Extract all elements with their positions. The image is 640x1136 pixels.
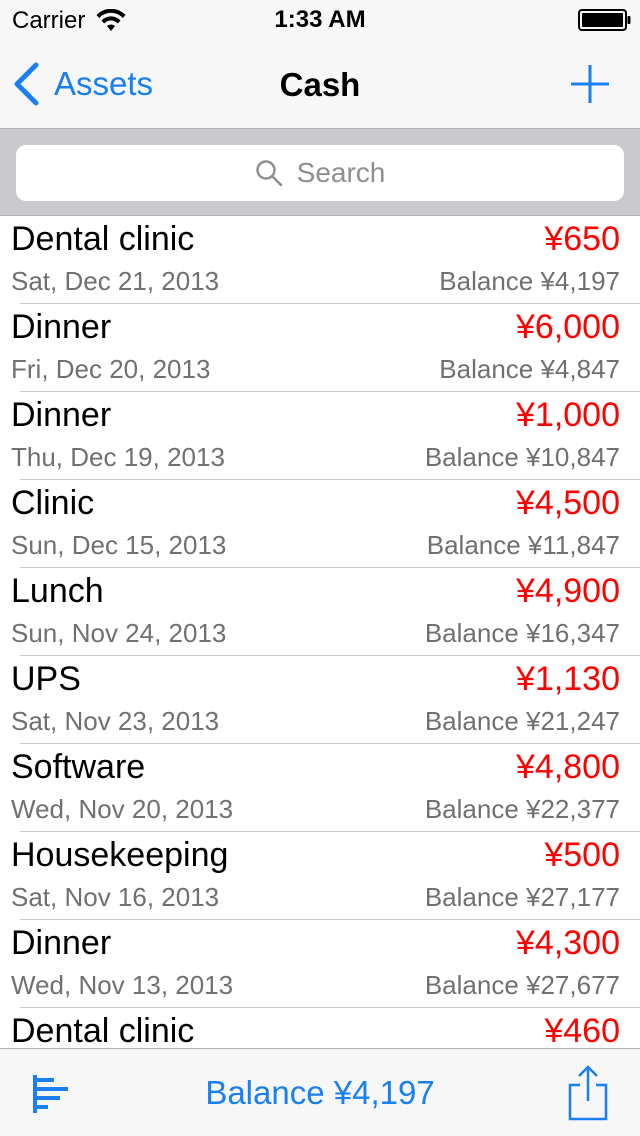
list-item[interactable]: Dental clinic ¥460 bbox=[0, 1008, 640, 1048]
item-amount: ¥500 bbox=[544, 836, 620, 874]
item-amount: ¥4,800 bbox=[516, 748, 620, 786]
battery-icon bbox=[578, 9, 631, 31]
page-title: Cash bbox=[279, 66, 361, 103]
item-balance: Balance ¥16,347 bbox=[424, 618, 620, 648]
item-title: Dinner bbox=[11, 924, 112, 962]
item-balance: Balance ¥10,847 bbox=[424, 442, 620, 472]
item-amount: ¥4,500 bbox=[516, 484, 620, 522]
item-title: Housekeeping bbox=[11, 836, 229, 874]
plus-icon bbox=[571, 65, 609, 103]
item-date: Thu, Dec 19, 2013 bbox=[11, 442, 225, 472]
status-time: 1:33 AM bbox=[274, 6, 366, 33]
item-amount: ¥650 bbox=[544, 220, 620, 258]
item-amount: ¥4,900 bbox=[516, 572, 620, 610]
item-date: Wed, Nov 13, 2013 bbox=[11, 970, 234, 1000]
item-amount: ¥6,000 bbox=[516, 308, 620, 346]
item-balance: Balance ¥21,247 bbox=[424, 706, 620, 736]
balance-button[interactable]: Balance ¥4,197 bbox=[0, 1074, 640, 1112]
list-item[interactable]: Lunch ¥4,900 Sun, Nov 24, 2013 Balance ¥… bbox=[0, 568, 640, 656]
item-balance: Balance ¥27,177 bbox=[424, 882, 620, 912]
item-title: Lunch bbox=[11, 572, 104, 610]
item-date: Sun, Nov 24, 2013 bbox=[11, 618, 227, 648]
status-bar: Carrier 1:33 AM bbox=[0, 0, 640, 40]
item-balance: Balance ¥4,847 bbox=[439, 354, 620, 384]
item-balance: Balance ¥27,677 bbox=[424, 970, 620, 1000]
item-date: Fri, Dec 20, 2013 bbox=[11, 354, 211, 384]
item-title: Dinner bbox=[11, 308, 112, 346]
search-icon bbox=[255, 160, 282, 187]
list-item[interactable]: Dinner ¥6,000 Fri, Dec 20, 2013 Balance … bbox=[0, 304, 640, 392]
item-balance: Balance ¥11,847 bbox=[426, 530, 620, 560]
item-title: Software bbox=[11, 748, 146, 786]
list-item[interactable]: Clinic ¥4,500 Sun, Dec 15, 2013 Balance … bbox=[0, 480, 640, 568]
item-title: Dental clinic bbox=[11, 220, 195, 258]
item-date: Sat, Nov 23, 2013 bbox=[11, 706, 220, 736]
item-title: Dinner bbox=[11, 396, 112, 434]
item-date: Wed, Nov 20, 2013 bbox=[11, 794, 234, 824]
list-item[interactable]: Housekeeping ¥500 Sat, Nov 16, 2013 Bala… bbox=[0, 832, 640, 920]
list-item[interactable]: Dinner ¥4,300 Wed, Nov 13, 2013 Balance … bbox=[0, 920, 640, 1008]
item-balance: Balance ¥22,377 bbox=[424, 794, 620, 824]
list-item[interactable]: UPS ¥1,130 Sat, Nov 23, 2013 Balance ¥21… bbox=[0, 656, 640, 744]
item-title: UPS bbox=[11, 660, 81, 698]
item-amount: ¥460 bbox=[544, 1012, 620, 1048]
navigation-bar: Assets Cash bbox=[0, 40, 640, 128]
search-input[interactable]: Search bbox=[16, 145, 624, 201]
list-item[interactable]: Software ¥4,800 Wed, Nov 20, 2013 Balanc… bbox=[0, 744, 640, 832]
item-title: Dental clinic bbox=[11, 1012, 195, 1048]
item-date: Sat, Nov 16, 2013 bbox=[11, 882, 220, 912]
bottom-toolbar: Balance ¥4,197 bbox=[0, 1048, 640, 1136]
item-title: Clinic bbox=[11, 484, 95, 522]
share-icon[interactable] bbox=[566, 1065, 610, 1121]
transaction-list: Dental clinic ¥650 Sat, Dec 21, 2013 Bal… bbox=[0, 216, 640, 1048]
app-screen: Carrier 1:33 AM Assets Cash Search Denta… bbox=[0, 0, 640, 1136]
search-placeholder: Search bbox=[296, 157, 386, 188]
item-amount: ¥1,000 bbox=[516, 396, 620, 434]
add-button[interactable] bbox=[568, 62, 612, 106]
item-balance: Balance ¥4,197 bbox=[439, 266, 620, 296]
item-amount: ¥4,300 bbox=[516, 924, 620, 962]
search-bar: Search bbox=[0, 128, 640, 216]
item-date: Sun, Dec 15, 2013 bbox=[11, 530, 227, 560]
list-item[interactable]: Dental clinic ¥650 Sat, Dec 21, 2013 Bal… bbox=[0, 216, 640, 304]
list-item[interactable]: Dinner ¥1,000 Thu, Dec 19, 2013 Balance … bbox=[0, 392, 640, 480]
item-amount: ¥1,130 bbox=[516, 660, 620, 698]
item-date: Sat, Dec 21, 2013 bbox=[11, 266, 220, 296]
